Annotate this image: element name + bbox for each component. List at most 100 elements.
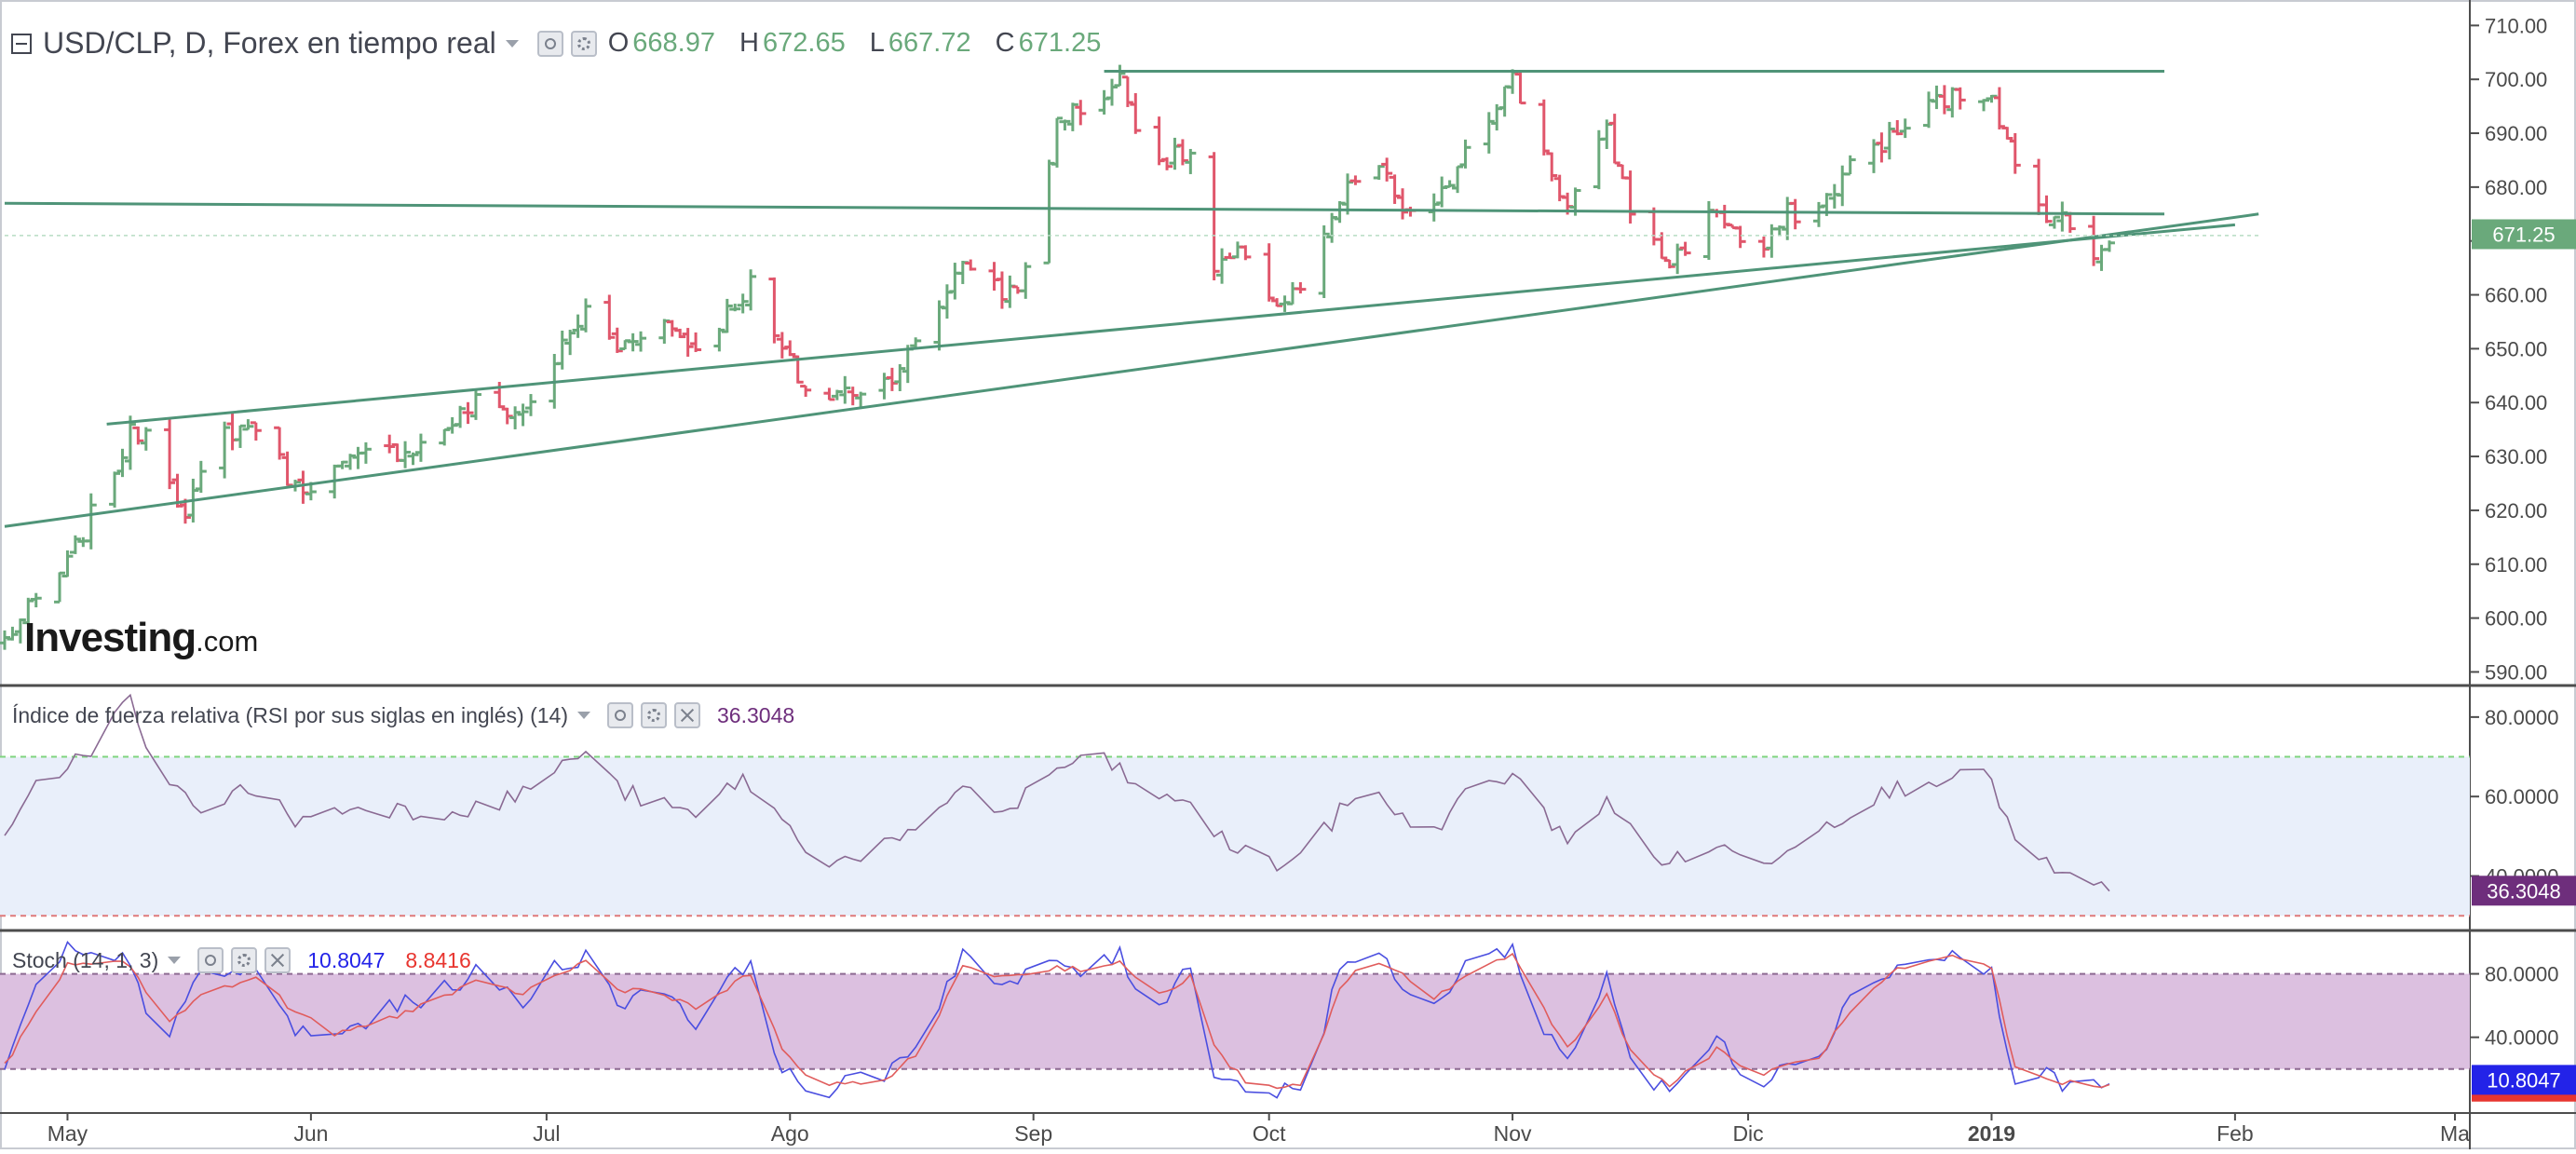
price-bar: [1837, 165, 1849, 207]
stoch-eye-icon[interactable]: [197, 947, 224, 973]
rsi-chevron-down-icon[interactable]: [577, 712, 591, 719]
chart-svg[interactable]: 590.00 600.00 610.00 620.00 630.00 640.00 650.…: [0, 0, 2576, 1149]
time-tick-label: Nov: [1494, 1121, 1532, 1146]
rsi-value: 36.3048: [717, 702, 795, 727]
price-bar: [1428, 193, 1440, 222]
price-bar: [941, 284, 953, 319]
price-bar: [7, 626, 19, 641]
logo-main: Investing: [24, 615, 197, 660]
trendline: [4, 201, 2164, 216]
price-bar: [1624, 170, 1636, 224]
price-bar: [219, 421, 231, 479]
time-tick-label: Feb: [2217, 1121, 2254, 1146]
price-bar: [910, 337, 922, 348]
price-bar: [414, 433, 427, 462]
price-bar: [1185, 148, 1197, 174]
price-bar: [1098, 89, 1110, 115]
price-bar: [1702, 200, 1715, 260]
price-bar: [454, 405, 467, 428]
price-bar: [745, 269, 757, 311]
price-bar: [2103, 240, 2115, 252]
price-bar: [124, 415, 136, 470]
logo-suffix: .com: [196, 625, 259, 658]
time-tick-label: Oct: [1253, 1121, 1286, 1146]
price-bar: [1789, 198, 1801, 230]
price-bar: [627, 333, 639, 352]
price-bar: [1608, 114, 1620, 165]
chevron-down-icon[interactable]: [505, 39, 519, 48]
time-tick-label: May: [47, 1121, 88, 1146]
price-bar: [1130, 93, 1142, 134]
price-bar: [2088, 215, 2100, 266]
price-bar: [690, 332, 702, 352]
rsi-close-icon[interactable]: [674, 702, 701, 728]
last-price-badge: 671.25: [2492, 223, 2555, 246]
price-bar: [1286, 281, 1298, 305]
investing-logo: Investing.com: [24, 615, 258, 661]
stoch-d-value: 8.8416: [405, 947, 471, 972]
price-bar: [784, 340, 796, 357]
price-bar: [281, 451, 293, 487]
price-bar: [1444, 180, 1456, 188]
price-bar: [242, 419, 254, 431]
price-bar: [501, 407, 513, 425]
rsi-eye-icon[interactable]: [607, 702, 634, 728]
price-bar: [195, 460, 207, 494]
stoch-chevron-down-icon[interactable]: [168, 957, 182, 964]
eye-icon[interactable]: [536, 30, 563, 57]
price-bar: [1498, 85, 1511, 117]
price-bar: [1773, 225, 1785, 237]
price-bar: [1240, 245, 1252, 261]
price-bar: [1043, 159, 1055, 265]
rsi-title[interactable]: Índice de fuerza relativa (RSI por sus s…: [12, 703, 568, 728]
collapse-icon[interactable]: [11, 33, 32, 54]
price-bar: [69, 535, 81, 554]
price-tick-label: 660.00: [2485, 284, 2547, 307]
stoch-gear-icon[interactable]: [231, 947, 258, 973]
price-bar: [737, 293, 749, 314]
time-axis-ticks: May Jun Jul Ago Sep Oct Nov Dic 2019 Feb Ma: [47, 1113, 2470, 1146]
price-bar: [297, 470, 309, 504]
price-bar: [2001, 126, 2013, 141]
price-bar: [666, 319, 678, 337]
price-bar: [823, 387, 835, 401]
price-bar: [1169, 137, 1181, 170]
price-bar: [1538, 99, 1550, 156]
price-bar: [359, 441, 372, 464]
price-bar: [400, 441, 412, 468]
trendlines[interactable]: [4, 70, 2259, 528]
rsi-gear-icon[interactable]: [641, 702, 668, 728]
rsi-value-badge: 36.3048: [2487, 879, 2561, 903]
price-bar: [1452, 165, 1464, 194]
price-tick-label: 640.00: [2485, 391, 2547, 414]
stoch-tick-label: 40.0000: [2485, 1026, 2559, 1050]
price-tick-label: 650.00: [2485, 337, 2547, 360]
price-bar: [1295, 281, 1307, 294]
time-tick-label: Sep: [1014, 1121, 1052, 1146]
price-tick-label: 590.00: [2485, 660, 2547, 684]
price-bar: [109, 471, 121, 508]
stoch-band: [0, 973, 2470, 1069]
stoch-k-badge: 10.8047: [2487, 1068, 2561, 1092]
time-tick-label: Jul: [533, 1121, 560, 1146]
low-label: L: [869, 28, 885, 58]
rsi-tick-label: 60.0000: [2485, 785, 2559, 808]
price-bar: [1923, 91, 1935, 129]
price-bar: [469, 389, 481, 420]
price-bar: [509, 406, 522, 429]
price-bar: [839, 375, 851, 404]
trendline: [4, 212, 2259, 528]
price-bar: [1004, 275, 1016, 308]
price-bar: [1734, 225, 1746, 249]
stoch-close-icon[interactable]: [264, 947, 291, 973]
gear-icon[interactable]: [570, 30, 597, 57]
price-bar: [1679, 241, 1691, 256]
rsi-legend: Índice de fuerza relativa (RSI por sus s…: [12, 702, 794, 728]
time-tick-label: Ago: [771, 1121, 809, 1146]
price-bar: [556, 330, 568, 370]
stoch-title[interactable]: Stoch (14, 1, 3): [12, 948, 158, 973]
symbol-title[interactable]: USD/CLP, D, Forex en tiempo real: [43, 26, 496, 61]
price-bar: [1978, 99, 1990, 112]
price-candles: [0, 64, 2115, 650]
price-bar: [1483, 112, 1495, 154]
